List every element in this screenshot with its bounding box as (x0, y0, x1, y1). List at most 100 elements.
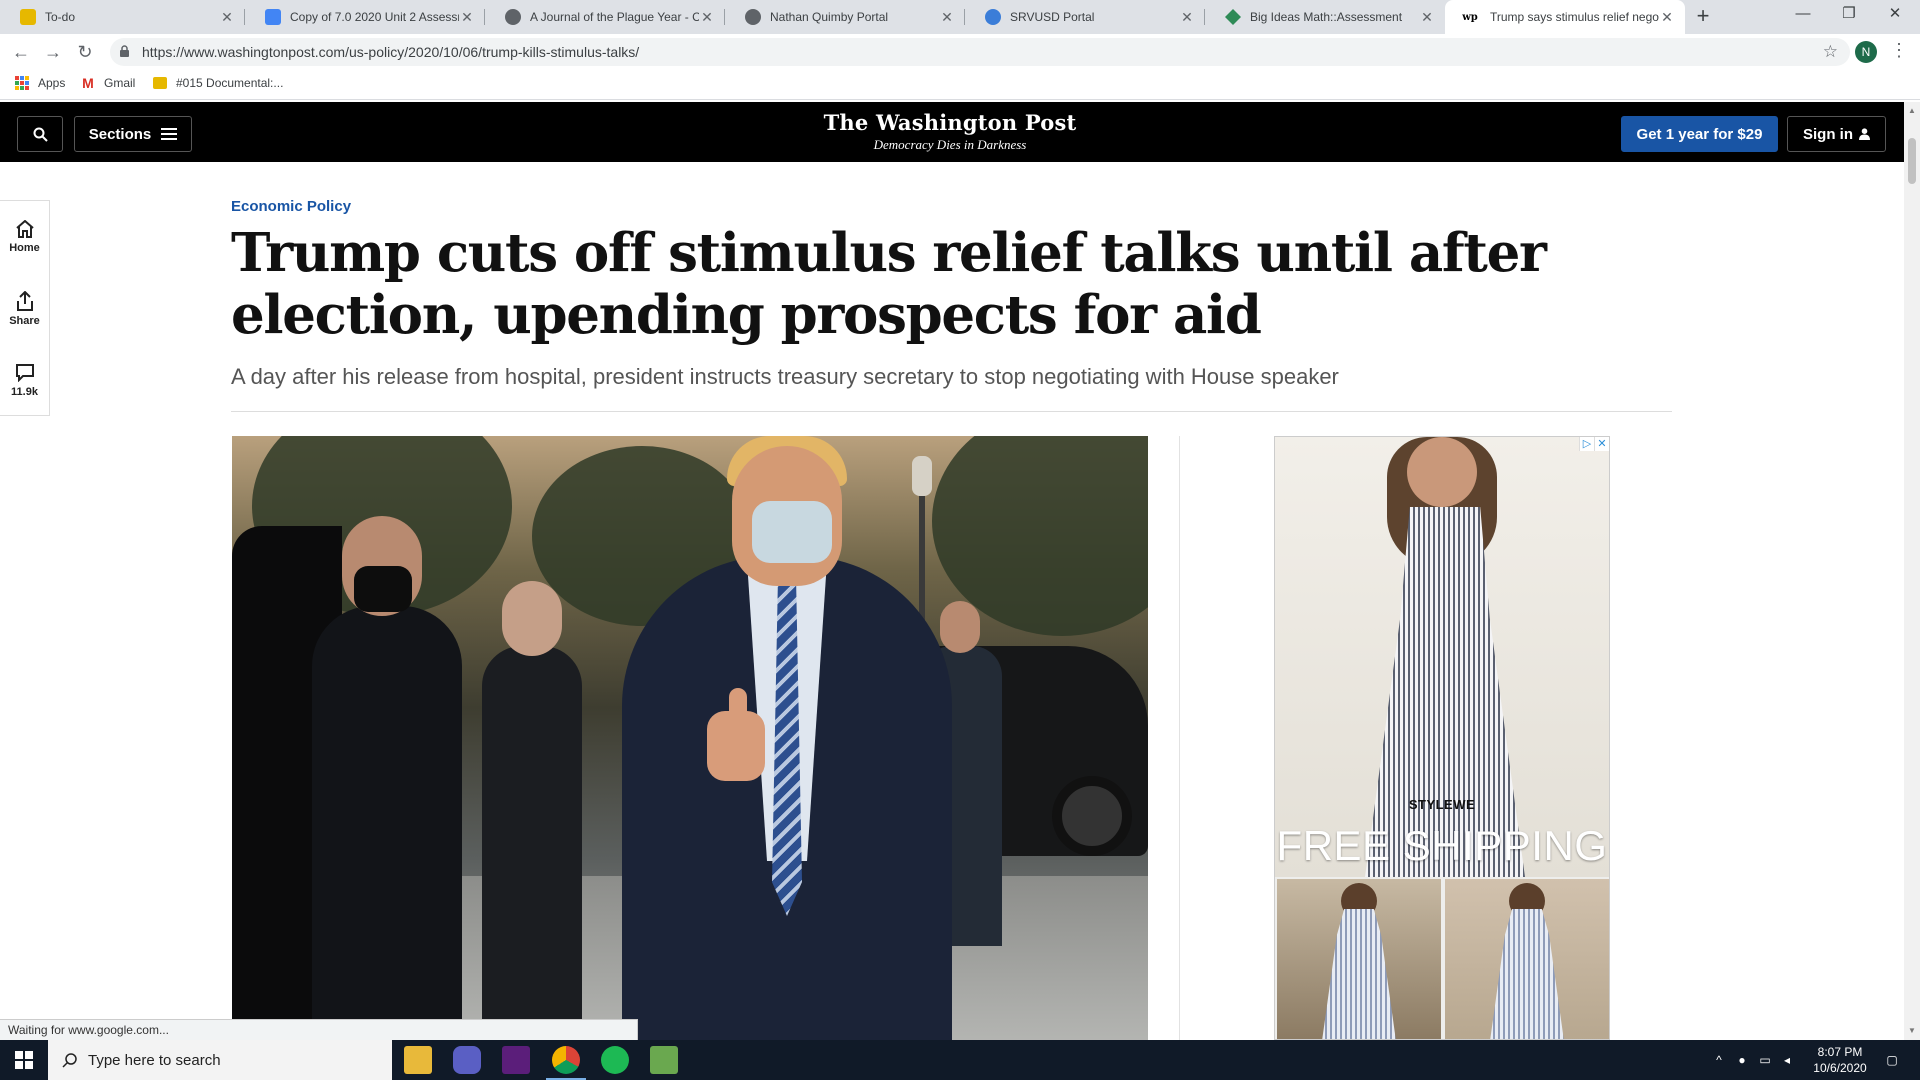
file-explorer-icon[interactable] (404, 1046, 432, 1074)
tab-strip: To-do ✕ Copy of 7.0 2020 Unit 2 Assessme… (0, 0, 1920, 34)
page-scrollbar[interactable]: ▲ ▼ (1904, 102, 1920, 1040)
home-icon (15, 220, 34, 238)
bookmark-classroom[interactable]: #015 Documental:... (152, 76, 283, 90)
clock-date: 10/6/2020 (1813, 1061, 1867, 1075)
bookmark-gmail[interactable]: M Gmail (80, 75, 136, 91)
volume-icon[interactable]: ◂ (1778, 1040, 1796, 1080)
search-button[interactable] (17, 116, 63, 152)
share-rail: Home Share 11.9k (0, 200, 50, 416)
search-icon (33, 127, 48, 142)
comment-icon (15, 364, 34, 382)
clock[interactable]: 8:07 PM 10/6/2020 (1800, 1044, 1880, 1076)
browser-tab[interactable]: To-do ✕ (0, 0, 245, 34)
nvidia-icon[interactable] (650, 1046, 678, 1074)
ad-brand: STYLEWE (1408, 797, 1476, 812)
profile-avatar[interactable]: N (1855, 41, 1877, 63)
apps-grid-icon (14, 76, 30, 90)
browser-tab[interactable]: Big Ideas Math::Assessment ✕ (1205, 0, 1445, 34)
close-icon[interactable]: ✕ (699, 9, 715, 26)
tab-title: To-do (45, 10, 76, 24)
tray-overflow-icon[interactable]: ^ (1710, 1040, 1728, 1080)
bookmark-label: Apps (38, 76, 66, 90)
chrome-icon[interactable] (546, 1046, 586, 1080)
browser-tab-active[interactable]: wp Trump says stimulus relief negoti ✕ (1445, 0, 1685, 34)
sign-in-button[interactable]: Sign in (1787, 116, 1886, 152)
user-icon (1859, 128, 1870, 140)
scrollbar-thumb[interactable] (1908, 138, 1916, 184)
logo-name: The Washington Post (823, 110, 1077, 135)
browser-tab[interactable]: A Journal of the Plague Year - Co ✕ (485, 0, 725, 34)
section-kicker[interactable]: Economic Policy (231, 198, 351, 215)
scroll-up-arrow[interactable]: ▲ (1904, 104, 1920, 118)
bookmarks-bar: Apps M Gmail #015 Documental:... (0, 70, 1920, 100)
tab-title: Nathan Quimby Portal (770, 10, 889, 24)
close-window-icon[interactable]: ✕ (1872, 0, 1918, 30)
wapo-icon: wp (1462, 11, 1478, 23)
lead-photo[interactable] (232, 436, 1148, 1040)
rail-home-label: Home (9, 242, 40, 254)
browser-tab[interactable]: SRVUSD Portal ✕ (965, 0, 1205, 34)
rail-comments[interactable]: 11.9k (0, 345, 49, 417)
google-docs-icon (265, 9, 281, 25)
forward-icon[interactable]: → (41, 40, 65, 64)
logo-tagline: Democracy Dies in Darkness (873, 137, 1027, 152)
taskbar-search[interactable]: Type here to search (48, 1040, 392, 1080)
bookmark-apps[interactable]: Apps (14, 76, 65, 90)
article-headline: Trump cuts off stimulus relief talks unt… (231, 222, 1547, 346)
gmail-icon: M (82, 75, 94, 91)
browser-toolbar: ← → ↻ https://www.washingtonpost.com/us-… (0, 34, 1920, 70)
site-header: Sections The Washington Post Democracy D… (0, 102, 1904, 162)
tab-title: Trump says stimulus relief negoti (1490, 10, 1659, 24)
discord-icon[interactable] (453, 1046, 481, 1074)
bookmark-label: Gmail (104, 76, 136, 90)
close-icon[interactable]: ✕ (1659, 9, 1675, 26)
subscribe-button[interactable]: Get 1 year for $29 (1621, 116, 1778, 152)
tab-title: A Journal of the Plague Year - Co (530, 10, 699, 24)
address-bar[interactable]: https://www.washingtonpost.com/us-policy… (110, 38, 1850, 66)
minimize-icon[interactable]: — (1780, 0, 1826, 30)
start-button[interactable] (0, 1040, 48, 1080)
taskbar-search-placeholder: Type here to search (88, 1051, 221, 1069)
ad-headline: FREE SHIPPING (1276, 822, 1608, 869)
reload-icon[interactable]: ↻ (73, 40, 97, 64)
divider (231, 411, 1672, 412)
close-icon[interactable]: ✕ (1419, 9, 1435, 26)
notifications-icon[interactable]: ▢ (1872, 1040, 1912, 1080)
taskbar: Type here to search ^ ● ▭ ◂ 8:07 PM 10/6… (0, 1040, 1920, 1080)
scroll-down-arrow[interactable]: ▼ (1904, 1024, 1920, 1038)
windows-icon (15, 1051, 33, 1069)
close-icon[interactable]: ✕ (939, 9, 955, 26)
rail-home[interactable]: Home (0, 201, 49, 273)
share-icon (16, 291, 33, 311)
spotify-icon[interactable] (601, 1046, 629, 1074)
sections-label: Sections (88, 125, 152, 143)
close-icon[interactable]: ✕ (219, 9, 235, 26)
tab-title: SRVUSD Portal (1010, 10, 1095, 24)
adchoices-icon[interactable]: ▷ (1579, 437, 1594, 451)
restore-icon[interactable]: ❐ (1826, 0, 1872, 30)
close-icon[interactable]: ✕ (459, 9, 475, 26)
network-icon[interactable]: ▭ (1755, 1040, 1775, 1080)
advertisement[interactable]: STYLEWE FREE SHIPPING ▷ ✕ (1274, 436, 1610, 1040)
rail-share-label: Share (9, 315, 40, 327)
nzxt-icon[interactable] (502, 1046, 530, 1074)
globe-icon (505, 9, 521, 25)
lock-icon (120, 45, 129, 57)
browser-tab[interactable]: Copy of 7.0 2020 Unit 2 Assessme ✕ (245, 0, 485, 34)
bookmark-star-icon[interactable]: ☆ (1823, 42, 1838, 62)
close-ad-icon[interactable]: ✕ (1594, 437, 1609, 451)
sections-button[interactable]: Sections (74, 116, 192, 152)
globe-icon (745, 9, 761, 25)
url-text: https://www.washingtonpost.com/us-policy… (142, 44, 640, 60)
microphone-icon[interactable]: ● (1733, 1040, 1751, 1080)
close-icon[interactable]: ✕ (1179, 9, 1195, 26)
browser-tab[interactable]: Nathan Quimby Portal ✕ (725, 0, 965, 34)
ad-choices[interactable]: ▷ ✕ (1579, 437, 1609, 451)
status-bubble: Waiting for www.google.com... (0, 1019, 638, 1040)
new-tab-button[interactable]: + (1690, 4, 1716, 30)
rail-share[interactable]: Share (0, 273, 49, 345)
search-icon (62, 1053, 77, 1068)
site-logo[interactable]: The Washington Post Democracy Dies in Da… (810, 110, 1090, 153)
back-icon[interactable]: ← (9, 40, 33, 64)
menu-kebab-icon[interactable]: ⋮ (1890, 40, 1908, 61)
